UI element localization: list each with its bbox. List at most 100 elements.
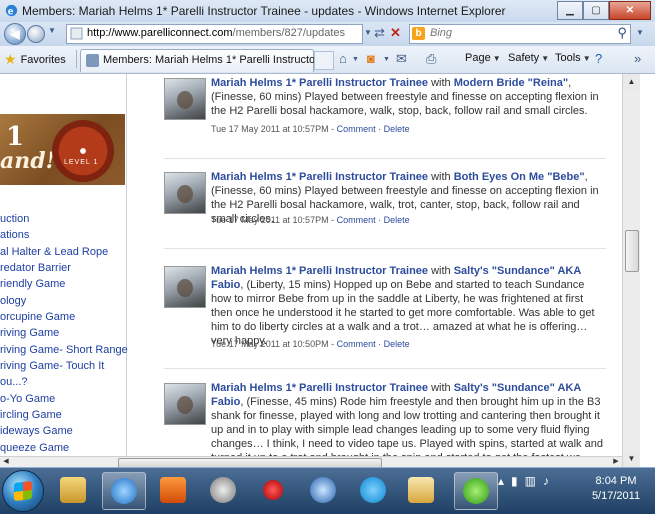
print-icon[interactable]: ⎙ [426, 51, 436, 67]
clock-time: 8:04 PM [595, 475, 637, 487]
taskbar: ▴ ▮ ▥ ♪ 8:04 PM 5/17/2011 [0, 467, 655, 514]
minimize-icon[interactable]: ▁ [557, 1, 583, 20]
comment-link[interactable]: Comment [337, 339, 376, 349]
forward-button[interactable] [27, 25, 45, 43]
search-placeholder: Bing [430, 27, 453, 39]
svg-text:e: e [8, 6, 14, 17]
sidebar-link[interactable]: uction [0, 211, 128, 227]
help-icon[interactable]: ? [595, 51, 602, 66]
with-word: with [431, 265, 451, 277]
comment-link[interactable]: Comment [337, 124, 376, 134]
chevron-down-icon: ▼ [492, 53, 501, 63]
divider [76, 50, 77, 68]
address-bar[interactable]: http://www.parelliconnect.com/members/82… [66, 24, 363, 44]
download-icon[interactable] [454, 472, 498, 510]
sidebar-link[interactable]: redator Barrier [0, 260, 128, 276]
sidebar-link[interactable]: queeze Game [0, 440, 128, 456]
refresh-icon[interactable]: ⇄ [374, 25, 385, 41]
browser-tab[interactable]: Members: Mariah Helms 1* Parelli Instruc… [80, 49, 327, 72]
sidebar-link[interactable]: ircling Game [0, 407, 128, 423]
show-hidden-icon[interactable]: ▴ [498, 474, 504, 488]
tab-page-icon [86, 54, 99, 67]
paint-icon[interactable] [252, 472, 294, 508]
horse-link[interactable]: Both Eyes On Me "Bebe" [454, 171, 585, 183]
search-icon[interactable]: ⚲ [617, 25, 627, 41]
page-content: 1 and! LEVEL 1 uction ations al Halter &… [0, 74, 622, 467]
power-icon[interactable]: ▮ [511, 474, 518, 488]
home-dropdown-icon[interactable]: ▼ [352, 56, 359, 63]
itunes-placeholder[interactable] [202, 472, 244, 508]
sidebar-link[interactable]: o-Yo Game [0, 391, 128, 407]
chevron-down-icon: ▼ [582, 53, 591, 63]
clock[interactable]: 8:04 PM 5/17/2011 [580, 474, 652, 504]
address-dropdown-icon[interactable]: ▼ [364, 28, 372, 37]
feeds-dropdown-icon[interactable]: ▼ [383, 56, 390, 63]
scroll-down-icon[interactable]: ▼ [623, 451, 640, 467]
avatar[interactable] [164, 78, 206, 120]
avatar[interactable] [164, 266, 206, 308]
sidebar-link[interactable]: al Halter & Lead Rope [0, 244, 128, 260]
avatar[interactable] [164, 383, 206, 425]
scroll-thumb[interactable] [625, 230, 639, 272]
favorites-bar: ★ Favorites Members: Mariah Helms 1* Par… [0, 46, 655, 74]
sidebar-link[interactable]: riendly Game [0, 276, 128, 292]
back-button[interactable]: ◀ [4, 23, 26, 45]
sidebar-link[interactable]: orcupine Game [0, 309, 128, 325]
sidebar-link[interactable]: riving Game- Touch It [0, 358, 128, 374]
delete-link[interactable]: Delete [384, 339, 410, 349]
post-meta: Tue 17 May 2011 at 10:57PM - Comment · D… [211, 215, 410, 225]
itunes-icon[interactable] [302, 472, 344, 508]
update-post: Mariah Helms 1* Parelli Instructor Train… [164, 76, 606, 136]
sidebar-link[interactable]: riving Game- Short Range [0, 342, 128, 358]
mail-icon[interactable]: ✉ [396, 51, 407, 67]
safety-menu[interactable]: Safety ▼ [508, 52, 549, 64]
delete-link[interactable]: Delete [384, 124, 410, 134]
comment-link[interactable]: Comment [337, 215, 376, 225]
maximize-icon[interactable]: ▢ [583, 1, 609, 20]
media-player-icon[interactable] [152, 472, 194, 508]
favorites-button[interactable]: ★ Favorites [4, 51, 66, 68]
author-link[interactable]: Mariah Helms 1* Parelli Instructor Train… [211, 171, 428, 183]
close-icon[interactable]: ✕ [609, 1, 651, 20]
sidebar-link[interactable]: ations [0, 227, 128, 243]
folder-icon[interactable] [400, 472, 442, 508]
search-box[interactable]: b Bing ⚲ [409, 24, 631, 44]
tools-menu[interactable]: Tools ▼ [555, 52, 591, 64]
stop-icon[interactable]: ✕ [390, 25, 401, 41]
feeds-icon[interactable]: ◙ [367, 51, 375, 66]
author-link[interactable]: Mariah Helms 1* Parelli Instructor Train… [211, 265, 428, 277]
scroll-up-icon[interactable]: ▲ [623, 74, 640, 90]
author-link[interactable]: Mariah Helms 1* Parelli Instructor Train… [211, 77, 428, 89]
system-tray: ▴ ▮ ▥ ♪ [498, 474, 549, 488]
page-menu[interactable]: Page ▼ [465, 52, 501, 64]
post-text: Mariah Helms 1* Parelli Instructor Train… [211, 381, 606, 467]
post-text: Mariah Helms 1* Parelli Instructor Train… [211, 264, 606, 348]
update-post: Mariah Helms 1* Parelli Instructor Train… [164, 381, 606, 467]
horse-link[interactable]: Modern Bride "Reina" [454, 77, 568, 89]
star-icon: ★ [4, 51, 17, 67]
new-tab-button[interactable] [314, 51, 334, 70]
home-icon[interactable]: ⌂ [339, 51, 347, 66]
internet-explorer-icon[interactable] [102, 472, 146, 510]
tools-menu-label: Tools [555, 52, 581, 64]
vertical-scrollbar[interactable]: ▲ ▼ [622, 74, 640, 467]
update-post: Mariah Helms 1* Parelli Instructor Train… [164, 264, 606, 354]
volume-icon[interactable]: ♪ [543, 474, 549, 488]
sidebar-link[interactable]: ou...? [0, 374, 128, 390]
network-icon[interactable]: ▥ [525, 474, 536, 488]
windows-explorer-icon[interactable] [52, 472, 94, 508]
with-word: with [431, 171, 451, 183]
start-button[interactable] [2, 470, 44, 512]
history-dropdown-icon[interactable]: ▼ [48, 26, 56, 35]
search-options-icon[interactable]: ▼ [636, 28, 644, 37]
skype-icon[interactable] [352, 472, 394, 508]
sidebar-link[interactable]: ology [0, 293, 128, 309]
toolbar-overflow-icon[interactable]: » [634, 51, 641, 66]
page-menu-label: Page [465, 52, 491, 64]
author-link[interactable]: Mariah Helms 1* Parelli Instructor Train… [211, 382, 428, 394]
sidebar: 1 and! LEVEL 1 uction ations al Halter &… [0, 74, 128, 467]
avatar[interactable] [164, 172, 206, 214]
sidebar-link[interactable]: ideways Game [0, 423, 128, 439]
delete-link[interactable]: Delete [384, 215, 410, 225]
sidebar-link[interactable]: riving Game [0, 325, 128, 341]
